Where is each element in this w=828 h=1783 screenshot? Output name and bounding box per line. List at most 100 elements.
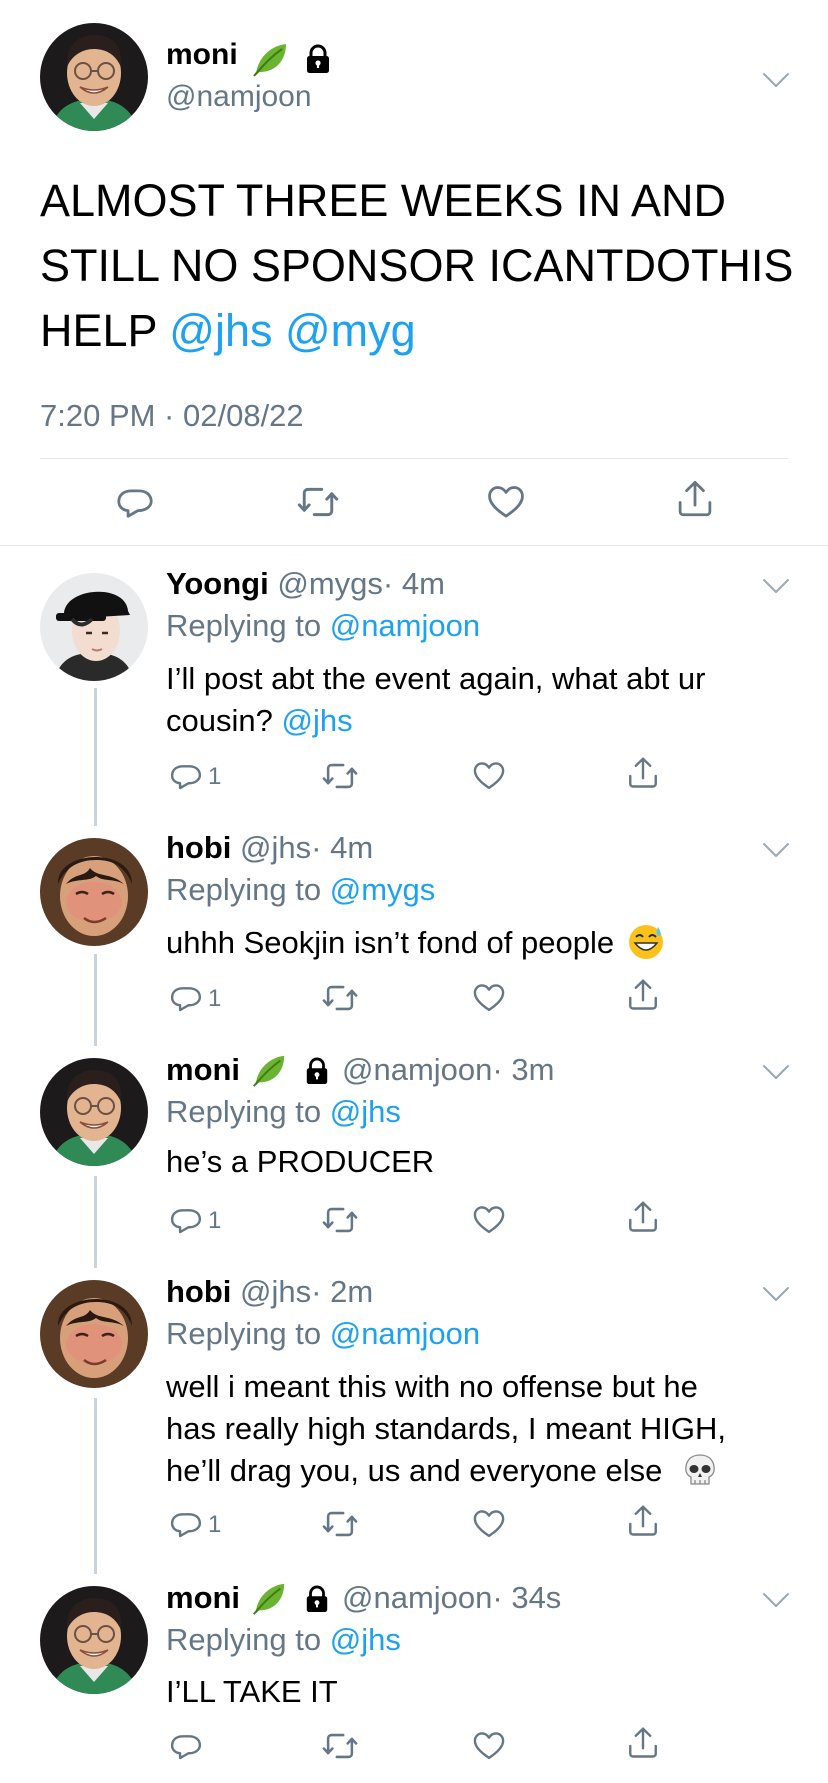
retweet-icon[interactable] (321, 979, 359, 1017)
avatar[interactable] (40, 1280, 148, 1388)
display-name[interactable]: moni (166, 1580, 240, 1615)
avatar[interactable] (40, 573, 148, 681)
relative-time: · 34s (492, 1580, 562, 1615)
tweet-line: STILL NO SPONSOR ICANTDOTHIS (40, 240, 794, 291)
reply-meta: @namjoon· 34s (342, 1580, 561, 1616)
section-divider (0, 545, 828, 546)
reply-icon[interactable] (168, 757, 204, 793)
sweat-smile-emoji (628, 924, 663, 959)
reply-meta: @namjoon· 3m (342, 1052, 554, 1088)
leaf-emoji (250, 40, 290, 80)
leaf-emoji (250, 1052, 288, 1090)
tweet-line: ALMOST THREE WEEKS IN AND (40, 175, 726, 226)
mention-link[interactable]: @jhs (330, 1094, 401, 1129)
thread-line (94, 1176, 97, 1268)
avatar[interactable] (40, 1586, 148, 1694)
avatar[interactable] (40, 23, 148, 131)
reply-line: he’ll drag you, us and everyone else (166, 1450, 726, 1492)
retweet-icon[interactable] (296, 480, 340, 524)
reply-header: moni (166, 1580, 240, 1616)
handle[interactable]: @namjoon (342, 1580, 492, 1615)
retweet-icon[interactable] (321, 1727, 359, 1765)
mention-link[interactable]: @namjoon (330, 608, 480, 643)
lock-icon (304, 1057, 330, 1085)
reply-header: hobi @jhs· 4m (166, 830, 373, 866)
reply-text: I’ll post abt the event again, what abt … (166, 658, 705, 742)
reply-count: 1 (208, 1207, 222, 1234)
reply-text: I’LL TAKE IT (166, 1674, 338, 1709)
chevron-down-icon[interactable] (762, 72, 790, 88)
like-icon[interactable] (471, 1727, 507, 1763)
mention-link[interactable]: @jhs (169, 305, 272, 356)
timestamp: 7:20 PM · 02/08/22 (40, 398, 304, 433)
chevron-down-icon[interactable] (762, 1064, 790, 1080)
display-name[interactable]: hobi (166, 1274, 231, 1309)
divider (40, 458, 788, 459)
relative-time: · 4m (382, 566, 445, 601)
like-icon[interactable] (485, 480, 527, 522)
share-icon[interactable] (625, 755, 661, 791)
thread-line (94, 954, 97, 1046)
reply-text: uhhh Seokjin isn’t fond of people (166, 922, 665, 964)
display-name[interactable]: hobi (166, 830, 231, 865)
tweet-line: HELP @jhs @myg (40, 305, 416, 356)
chevron-down-icon[interactable] (762, 1592, 790, 1608)
retweet-icon[interactable] (321, 757, 359, 795)
chevron-down-icon[interactable] (762, 1286, 790, 1302)
handle[interactable]: @jhs (240, 1274, 311, 1309)
display-name[interactable]: Yoongi (166, 566, 269, 601)
reply-line: cousin? @jhs (166, 703, 353, 738)
replying-to: Replying to @mygs (166, 872, 436, 907)
reply-icon[interactable] (114, 480, 156, 522)
reply-header: hobi @jhs· 2m (166, 1274, 373, 1310)
leaf-emoji (250, 1580, 288, 1618)
replying-to: Replying to @jhs (166, 1094, 401, 1129)
thread-line (94, 1398, 97, 1574)
replying-to: Replying to @namjoon (166, 1316, 481, 1351)
replying-to: Replying to @namjoon (166, 608, 481, 643)
retweet-icon[interactable] (321, 1201, 359, 1239)
reply-header: moni (166, 1052, 240, 1088)
mention-link[interactable]: @jhs (281, 703, 352, 738)
mention-link[interactable]: @mygs (330, 872, 436, 907)
chevron-down-icon[interactable] (762, 578, 790, 594)
reply-text: he’s a PRODUCER (166, 1144, 435, 1179)
lock-icon (304, 1585, 330, 1613)
reply-text: well i meant this with no offense but he… (166, 1366, 726, 1492)
skull-emoji (685, 1454, 715, 1485)
reply-icon[interactable] (168, 1727, 204, 1763)
like-icon[interactable] (471, 757, 507, 793)
display-name[interactable]: moni (166, 1052, 240, 1087)
handle[interactable]: @namjoon (342, 1052, 492, 1087)
display-name[interactable]: moni (166, 38, 238, 72)
like-icon[interactable] (471, 1505, 507, 1541)
relative-time: · 4m (311, 830, 374, 865)
share-icon[interactable] (625, 977, 661, 1013)
handle[interactable]: @mygs (277, 566, 383, 601)
tweet-text: ALMOST THREE WEEKS IN AND STILL NO SPONS… (40, 168, 793, 363)
mention-link[interactable]: @myg (285, 305, 416, 356)
mention-link[interactable]: @namjoon (330, 1316, 480, 1351)
mention-link[interactable]: @jhs (330, 1622, 401, 1657)
avatar[interactable] (40, 1058, 148, 1166)
reply-icon[interactable] (168, 979, 204, 1015)
chevron-down-icon[interactable] (762, 842, 790, 858)
handle[interactable]: @jhs (240, 830, 311, 865)
share-icon[interactable] (625, 1725, 661, 1761)
reply-header: Yoongi @mygs· 4m (166, 566, 445, 602)
reply-count: 1 (208, 985, 222, 1012)
reply-icon[interactable] (168, 1201, 204, 1237)
relative-time: · 3m (492, 1052, 555, 1087)
avatar[interactable] (40, 838, 148, 946)
retweet-icon[interactable] (321, 1505, 359, 1543)
reply-icon[interactable] (168, 1505, 204, 1541)
reply-line: well i meant this with no offense but he (166, 1369, 698, 1404)
handle[interactable]: @namjoon (166, 80, 312, 114)
reply-count: 1 (208, 763, 222, 790)
reply-count: 1 (208, 1511, 222, 1538)
like-icon[interactable] (471, 1201, 507, 1237)
share-icon[interactable] (625, 1503, 661, 1539)
like-icon[interactable] (471, 979, 507, 1015)
share-icon[interactable] (674, 478, 716, 520)
share-icon[interactable] (625, 1199, 661, 1235)
